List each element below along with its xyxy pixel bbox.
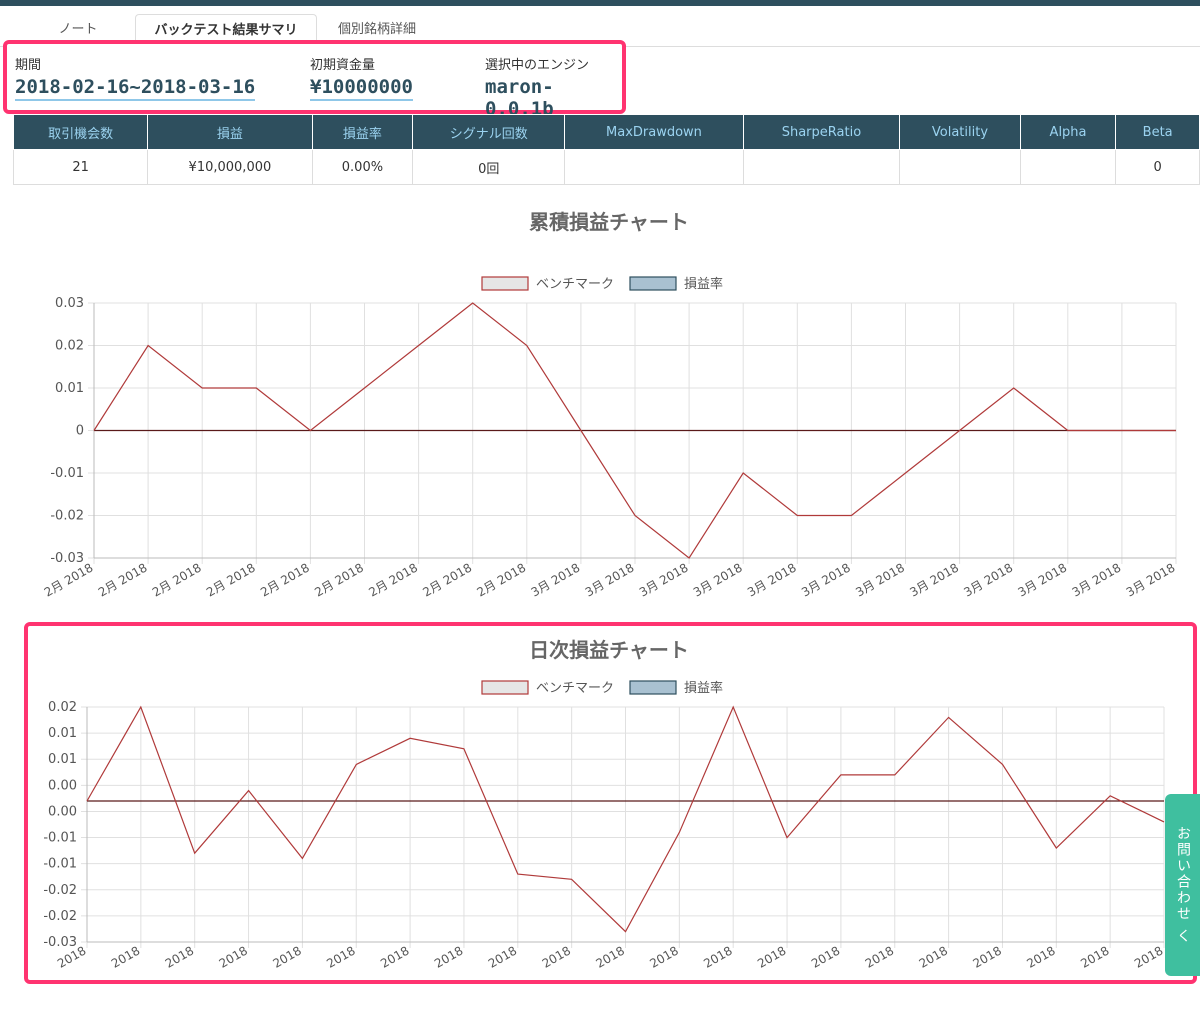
x-tick-label: 2018: [863, 943, 896, 970]
x-tick-label: 3月 2018: [853, 560, 907, 599]
x-tick-label: 2018: [917, 943, 950, 970]
y-tick-label: -0.02: [50, 509, 84, 524]
legend-swatch-pnl: [629, 680, 677, 695]
x-tick-label: 3月 2018: [1070, 560, 1124, 599]
x-tick-label: 2018: [647, 943, 680, 970]
y-tick-label: 0: [76, 424, 84, 439]
y-tick-label: 0.01: [48, 752, 77, 767]
x-tick-label: 2018: [217, 943, 250, 970]
x-tick-label: 2月 2018: [96, 560, 150, 599]
x-tick-label: 2月 2018: [258, 560, 312, 599]
x-tick-label: 2月 2018: [366, 560, 420, 599]
x-tick-label: 2018: [1132, 943, 1165, 970]
x-tick-label: 2018: [163, 943, 196, 970]
x-tick-label: 2018: [432, 943, 465, 970]
y-tick-label: 0.03: [55, 296, 84, 311]
x-tick-label: 3月 2018: [583, 560, 637, 599]
charts-svg: 0.030.020.010-0.01-0.02-0.032月 2018 2月 20…: [42, 276, 1178, 971]
x-tick-label: 2月 2018: [475, 560, 529, 599]
x-tick-label: 3月 2018: [961, 560, 1015, 599]
x-tick-label: 2018: [324, 943, 357, 970]
x-tick-label: 2018: [701, 943, 734, 970]
legend-label-pnl: 損益率: [684, 276, 723, 292]
x-tick-label: 2018: [486, 943, 519, 970]
x-tick-label: 3月 2018: [907, 560, 961, 599]
legend-label-benchmark: ベンチマーク: [536, 277, 614, 292]
y-tick-label: 0.00: [48, 778, 77, 793]
legend-label-pnl: 損益率: [684, 680, 723, 696]
x-tick-label: 3月 2018: [1124, 560, 1178, 599]
x-tick-label: 2018: [270, 943, 303, 970]
x-tick-label: 3月 2018: [799, 560, 853, 599]
y-tick-label: 0.01: [48, 726, 77, 741]
x-tick-label: 2月 2018: [42, 560, 96, 599]
x-tick-label: 2月 2018: [312, 560, 366, 599]
x-tick-label: 2月 2018: [204, 560, 258, 599]
x-tick-label: 2018: [1078, 943, 1111, 970]
y-tick-label: -0.03: [43, 935, 77, 950]
x-tick-label: 3月 2018: [691, 560, 745, 599]
y-tick-label: -0.03: [50, 551, 84, 566]
y-tick-label: -0.01: [43, 857, 77, 872]
x-tick-label: 2018: [1024, 943, 1057, 970]
contact-tab[interactable]: お問い合わせ く: [1165, 794, 1200, 976]
x-tick-label: 2018: [970, 943, 1003, 970]
y-tick-label: -0.02: [43, 909, 77, 924]
legend-swatch-pnl: [629, 276, 677, 291]
legend-label-benchmark: ベンチマーク: [536, 681, 614, 696]
y-tick-label: 0.02: [55, 339, 84, 354]
x-tick-label: 2018: [109, 943, 142, 970]
y-tick-label: -0.01: [43, 831, 77, 846]
legend-swatch-benchmark: [481, 276, 529, 291]
y-tick-label: 0.02: [48, 700, 77, 715]
y-tick-label: 0.01: [55, 381, 84, 396]
x-tick-label: 2018: [755, 943, 788, 970]
x-tick-label: 3月 2018: [745, 560, 799, 599]
x-tick-label: 2月 2018: [150, 560, 204, 599]
y-tick-label: 0.00: [48, 804, 77, 819]
x-tick-label: 2018: [378, 943, 411, 970]
x-tick-label: 3月 2018: [637, 560, 691, 599]
x-tick-label: 2018: [809, 943, 842, 970]
legend-swatch-benchmark: [481, 680, 529, 695]
x-tick-label: 2018: [540, 943, 573, 970]
y-tick-label: -0.01: [50, 466, 84, 481]
x-tick-label: 2018: [594, 943, 627, 970]
x-tick-label: 3月 2018: [529, 560, 583, 599]
x-tick-label: 3月 2018: [1016, 560, 1070, 599]
y-tick-label: -0.02: [43, 883, 77, 898]
x-tick-label: 2月 2018: [420, 560, 474, 599]
